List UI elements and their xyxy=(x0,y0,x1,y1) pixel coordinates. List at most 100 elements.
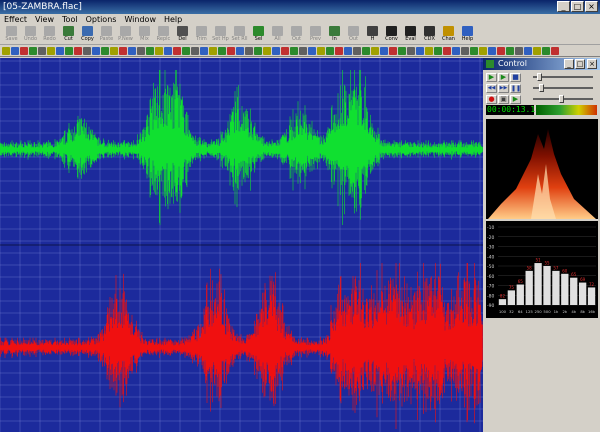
effect-tool-icon[interactable] xyxy=(362,46,370,55)
toolbar-button-replace[interactable]: Replc xyxy=(154,25,173,44)
effect-tool-icon[interactable] xyxy=(353,46,361,55)
toolbar-button-delete[interactable]: Del xyxy=(173,25,192,44)
menu-options[interactable]: Options xyxy=(86,14,117,25)
effect-tool-icon[interactable] xyxy=(92,46,100,55)
toolbar-button-paste[interactable]: Paste xyxy=(97,25,116,44)
effect-tool-icon[interactable] xyxy=(209,46,217,55)
effect-tool-icon[interactable] xyxy=(389,46,397,55)
control-close-button[interactable]: × xyxy=(587,59,597,69)
effect-tool-icon[interactable] xyxy=(137,46,145,55)
effect-tool-icon[interactable] xyxy=(272,46,280,55)
control-maximize-button[interactable]: □ xyxy=(575,59,585,69)
effect-tool-icon[interactable] xyxy=(74,46,82,55)
effect-tool-icon[interactable] xyxy=(443,46,451,55)
effect-tool-icon[interactable] xyxy=(83,46,91,55)
effect-tool-icon[interactable] xyxy=(416,46,424,55)
effect-tool-icon[interactable] xyxy=(236,46,244,55)
effect-tool-icon[interactable] xyxy=(542,46,550,55)
effect-tool-icon[interactable] xyxy=(335,46,343,55)
balance-slider[interactable] xyxy=(529,84,596,92)
pause-icon[interactable]: ❚❚ xyxy=(510,84,521,93)
effect-tool-icon[interactable] xyxy=(398,46,406,55)
toolbar-button-copy[interactable]: Copy xyxy=(78,25,97,44)
control-minimize-button[interactable]: _ xyxy=(564,59,574,69)
effect-tool-icon[interactable] xyxy=(470,46,478,55)
waveform-display[interactable] xyxy=(0,58,483,432)
toolbar-button-cut[interactable]: Cut xyxy=(59,25,78,44)
stop-icon[interactable]: ■ xyxy=(510,73,521,82)
effect-tool-icon[interactable] xyxy=(110,46,118,55)
play-selection-icon[interactable]: ▶ xyxy=(510,95,521,104)
toolbar-button-zoom-out[interactable]: Out xyxy=(287,25,306,44)
effect-tool-icon[interactable] xyxy=(299,46,307,55)
effect-tool-icon[interactable] xyxy=(281,46,289,55)
toolbar-button-zoom-in[interactable]: In xyxy=(325,25,344,44)
effect-tool-icon[interactable] xyxy=(56,46,64,55)
menu-view[interactable]: View xyxy=(35,14,54,25)
speed-slider[interactable] xyxy=(529,95,596,103)
effect-tool-icon[interactable] xyxy=(2,46,10,55)
toolbar-button-cdx[interactable]: CDX xyxy=(420,25,439,44)
toolbar-button-set-hp[interactable]: Set Hp xyxy=(211,25,230,44)
toolbar-button-zoom-h[interactable]: H xyxy=(363,25,382,44)
toolbar-button-save[interactable]: Save xyxy=(2,25,21,44)
toolbar-button-select-all[interactable]: All xyxy=(268,25,287,44)
effect-tool-icon[interactable] xyxy=(218,46,226,55)
fast-forward-icon[interactable]: ▶▶ xyxy=(498,84,509,93)
close-button[interactable]: × xyxy=(585,1,598,12)
effect-tool-icon[interactable] xyxy=(344,46,352,55)
toolbar-button-paste-new[interactable]: P.New xyxy=(116,25,135,44)
effect-tool-icon[interactable] xyxy=(425,46,433,55)
toolbar-button-zoom-out-full[interactable]: Out xyxy=(344,25,363,44)
record-mode-icon[interactable]: ▣ xyxy=(498,95,509,104)
toolbar-button-mix[interactable]: Mix xyxy=(135,25,154,44)
effect-tool-icon[interactable] xyxy=(317,46,325,55)
effect-tool-icon[interactable] xyxy=(20,46,28,55)
toolbar-button-channel[interactable]: Chan xyxy=(439,25,458,44)
effect-tool-icon[interactable] xyxy=(245,46,253,55)
rewind-icon[interactable]: ◀◀ xyxy=(486,84,497,93)
volume-slider[interactable] xyxy=(529,73,596,81)
effect-tool-icon[interactable] xyxy=(200,46,208,55)
effect-tool-icon[interactable] xyxy=(227,46,235,55)
effect-tool-icon[interactable] xyxy=(146,46,154,55)
effect-tool-icon[interactable] xyxy=(488,46,496,55)
effect-tool-icon[interactable] xyxy=(29,46,37,55)
toolbar-button-undo[interactable]: Undo xyxy=(21,25,40,44)
toolbar-button-redo[interactable]: Redo xyxy=(40,25,59,44)
play-icon[interactable]: ▶ xyxy=(486,73,497,82)
effect-tool-icon[interactable] xyxy=(515,46,523,55)
effect-tool-icon[interactable] xyxy=(101,46,109,55)
record-icon[interactable]: ● xyxy=(486,95,497,104)
toolbar-button-trim[interactable]: Trim xyxy=(192,25,211,44)
effect-tool-icon[interactable] xyxy=(371,46,379,55)
effect-tool-icon[interactable] xyxy=(263,46,271,55)
effect-tool-icon[interactable] xyxy=(173,46,181,55)
toolbar-button-help[interactable]: Help xyxy=(458,25,477,44)
effect-tool-icon[interactable] xyxy=(434,46,442,55)
toolbar-button-convert[interactable]: Conv xyxy=(382,25,401,44)
effect-tool-icon[interactable] xyxy=(119,46,127,55)
minimize-button[interactable]: _ xyxy=(557,1,570,12)
play-loop-icon[interactable]: ▶ xyxy=(498,73,509,82)
effect-tool-icon[interactable] xyxy=(407,46,415,55)
menu-window[interactable]: Window xyxy=(124,14,156,25)
toolbar-button-eval[interactable]: Eval xyxy=(401,25,420,44)
effect-tool-icon[interactable] xyxy=(326,46,334,55)
effect-tool-icon[interactable] xyxy=(155,46,163,55)
effect-tool-icon[interactable] xyxy=(290,46,298,55)
effect-tool-icon[interactable] xyxy=(164,46,172,55)
effect-tool-icon[interactable] xyxy=(65,46,73,55)
effect-tool-icon[interactable] xyxy=(524,46,532,55)
effect-tool-icon[interactable] xyxy=(533,46,541,55)
effect-tool-icon[interactable] xyxy=(497,46,505,55)
effect-tool-icon[interactable] xyxy=(479,46,487,55)
effect-tool-icon[interactable] xyxy=(182,46,190,55)
effect-tool-icon[interactable] xyxy=(452,46,460,55)
effect-tool-icon[interactable] xyxy=(128,46,136,55)
maximize-button[interactable]: □ xyxy=(571,1,584,12)
effect-tool-icon[interactable] xyxy=(551,46,559,55)
menu-tool[interactable]: Tool xyxy=(62,14,78,25)
toolbar-button-previous[interactable]: Prev xyxy=(306,25,325,44)
toolbar-button-select[interactable]: Sel xyxy=(249,25,268,44)
